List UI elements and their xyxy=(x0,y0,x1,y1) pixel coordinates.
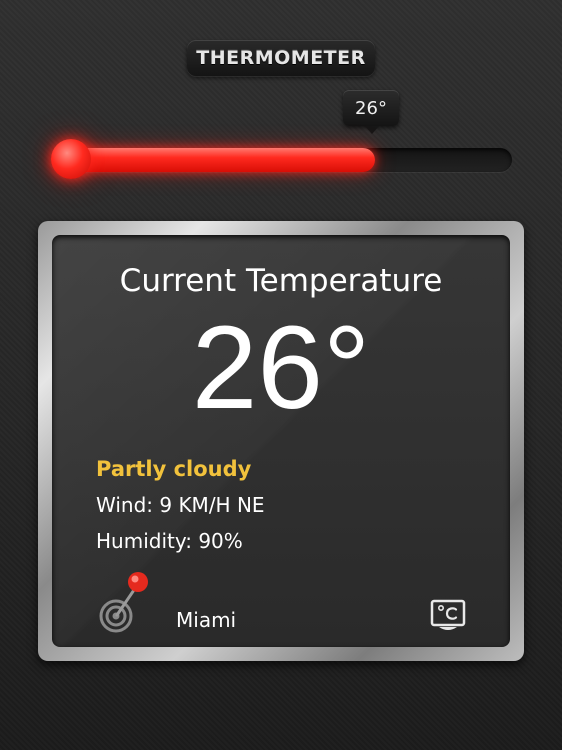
app-title: THERMOMETER xyxy=(196,47,366,69)
humidity-info: Humidity: 90% xyxy=(96,529,243,553)
celsius-unit-icon[interactable] xyxy=(430,598,466,634)
app-title-plate: THERMOMETER xyxy=(187,40,375,76)
temperature-card: Current Temperature 26° Partly cloudy Wi… xyxy=(52,235,510,647)
temperature-card-frame: Current Temperature 26° Partly cloudy Wi… xyxy=(38,221,524,661)
slider-value-label: 26° xyxy=(355,97,387,119)
card-heading: Current Temperature xyxy=(119,263,443,299)
location-pin-radar-icon[interactable] xyxy=(98,570,154,634)
slider-value-tooltip: 26° xyxy=(343,90,399,134)
weather-condition: Partly cloudy xyxy=(96,457,252,481)
thermometer-bulb-handle[interactable] xyxy=(51,139,91,179)
slider-fill xyxy=(54,148,375,172)
temperature-slider[interactable] xyxy=(44,136,514,184)
city-name: Miami xyxy=(176,608,237,632)
wind-info: Wind: 9 KM/H NE xyxy=(96,493,265,517)
current-temperature-value: 26° xyxy=(191,302,371,434)
